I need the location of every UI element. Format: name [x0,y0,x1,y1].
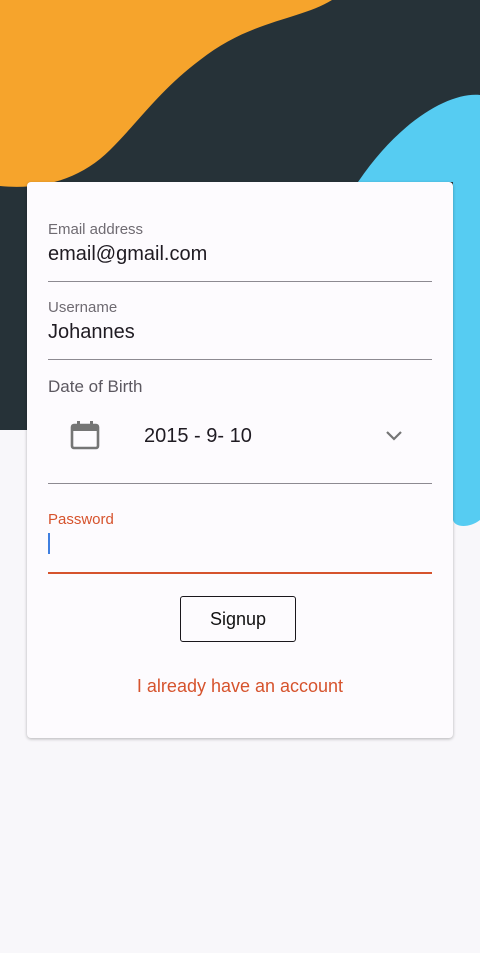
username-value[interactable]: Johannes [48,322,432,342]
calendar-icon[interactable] [70,420,100,450]
dob-label: Date of Birth [48,377,143,396]
password-field[interactable]: Password [48,512,432,574]
date-of-birth-field[interactable]: Date of Birth 2015 - 9- 10 [48,378,432,484]
username-label: Username [48,299,118,316]
email-field[interactable]: Email address email@gmail.com [48,222,432,282]
password-underline [48,572,432,574]
text-cursor [48,533,50,554]
signup-card: Email address email@gmail.com Username J… [27,182,453,738]
username-underline [48,359,432,360]
username-field[interactable]: Username Johannes [48,300,432,360]
signup-button[interactable]: Signup [180,596,296,642]
dob-value[interactable]: 2015 - 9- 10 [144,426,252,446]
email-value[interactable]: email@gmail.com [48,244,432,264]
chevron-down-icon[interactable] [384,426,404,446]
email-underline [48,281,432,282]
email-label: Email address [48,221,144,238]
dob-underline [48,483,432,484]
login-link[interactable]: I already have an account [27,676,453,697]
password-label: Password [48,511,114,528]
light-bottom [0,430,27,953]
